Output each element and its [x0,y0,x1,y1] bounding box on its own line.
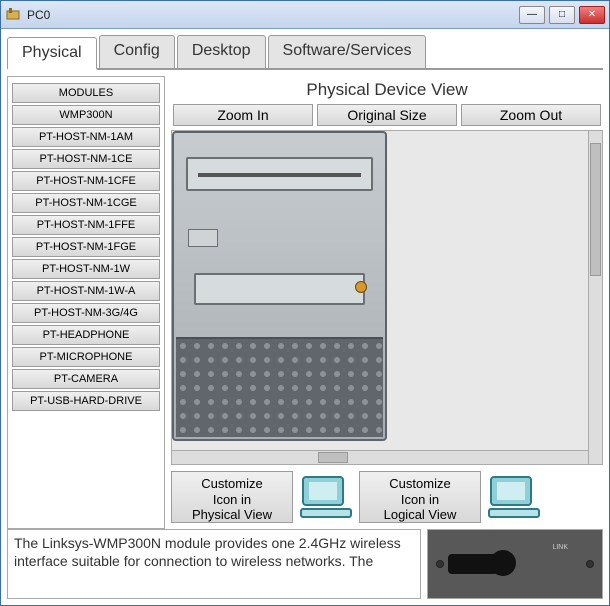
module-item[interactable]: PT-HOST-NM-3G/4G [12,303,160,323]
badge-icon [188,229,218,247]
module-item[interactable]: WMP300N [12,105,160,125]
module-item[interactable]: PT-USB-HARD-DRIVE [12,391,160,411]
app-icon [5,7,21,23]
module-item[interactable]: PT-HOST-NM-1FFE [12,215,160,235]
device-canvas[interactable] [172,131,588,464]
maximize-button[interactable]: □ [549,6,575,24]
client-area: Physical Config Desktop Software/Service… [1,29,609,605]
monitor-icon [299,473,353,521]
customize-row: Customize Icon in Physical View Customiz… [171,465,603,529]
module-item[interactable]: PT-HOST-NM-1AM [12,127,160,147]
screw-hole-icon [586,560,594,568]
window-title: PC0 [27,8,515,22]
modules-header[interactable]: MODULES [12,83,160,103]
module-item[interactable]: PT-CAMERA [12,369,160,389]
right-column: Physical Device View Zoom In Original Si… [171,76,603,529]
modules-panel: MODULES WMP300N PT-HOST-NM-1AM PT-HOST-N… [7,76,165,529]
titlebar: PC0 — □ ✕ [1,1,609,29]
module-item[interactable]: PT-HOST-NM-1CE [12,149,160,169]
close-button[interactable]: ✕ [579,6,605,24]
device-view [171,130,603,465]
vent-grille-icon [176,337,383,437]
tab-physical[interactable]: Physical [7,37,97,70]
view-title: Physical Device View [171,76,603,104]
pc-tower-icon[interactable] [172,131,387,441]
zoom-controls: Zoom In Original Size Zoom Out [171,104,603,130]
tab-desktop[interactable]: Desktop [177,35,266,68]
floppy-drive-icon [194,273,365,305]
screw-hole-icon [436,560,444,568]
link-label: LINK [552,544,568,551]
zoom-out-button[interactable]: Zoom Out [461,104,601,126]
customize-logical-button[interactable]: Customize Icon in Logical View [359,471,481,523]
module-item[interactable]: PT-HOST-NM-1CGE [12,193,160,213]
module-item[interactable]: PT-MICROPHONE [12,347,160,367]
vertical-scrollbar[interactable] [588,131,602,464]
module-item[interactable]: PT-HOST-NM-1FGE [12,237,160,257]
antenna-connector-icon [448,554,498,574]
tab-bar: Physical Config Desktop Software/Service… [7,35,603,70]
original-size-button[interactable]: Original Size [317,104,457,126]
app-window: PC0 — □ ✕ Physical Config Desktop Softwa… [0,0,610,606]
zoom-in-button[interactable]: Zoom In [173,104,313,126]
module-item[interactable]: PT-HOST-NM-1CFE [12,171,160,191]
module-item[interactable]: PT-HOST-NM-1W-A [12,281,160,301]
bottom-row: The Linksys-WMP300N module provides one … [7,529,603,599]
main-area: MODULES WMP300N PT-HOST-NM-1AM PT-HOST-N… [7,76,603,529]
tab-config[interactable]: Config [99,35,175,68]
optical-drive-icon [186,157,373,191]
tab-software[interactable]: Software/Services [268,35,427,68]
monitor-icon [487,473,541,521]
power-led-icon [355,281,367,293]
module-preview[interactable]: LINK [427,529,603,599]
horizontal-scrollbar[interactable] [172,450,588,464]
module-item[interactable]: PT-HOST-NM-1W [12,259,160,279]
module-description[interactable]: The Linksys-WMP300N module provides one … [7,529,421,599]
customize-physical-button[interactable]: Customize Icon in Physical View [171,471,293,523]
module-item[interactable]: PT-HEADPHONE [12,325,160,345]
minimize-button[interactable]: — [519,6,545,24]
